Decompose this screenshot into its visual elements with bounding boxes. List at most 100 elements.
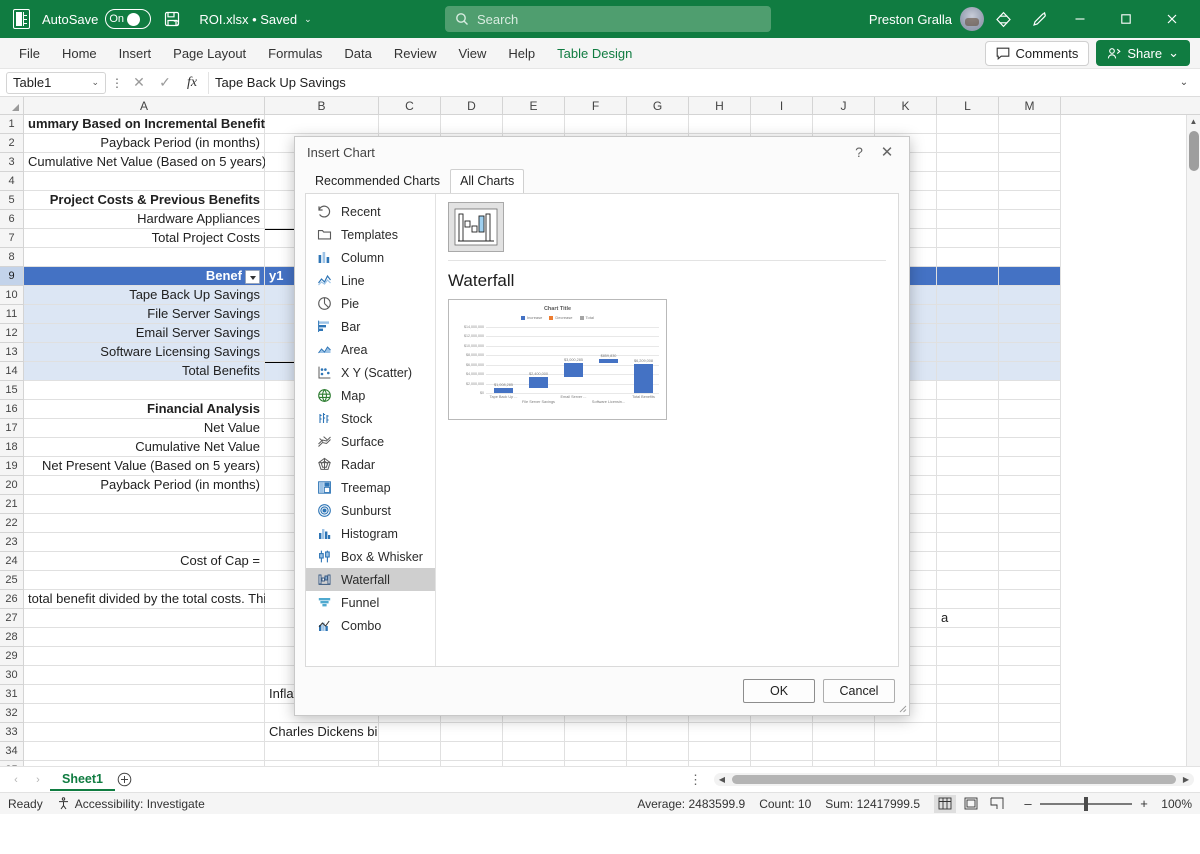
row-header-21[interactable]: 21 bbox=[0, 495, 23, 514]
cell-M31[interactable] bbox=[999, 685, 1061, 704]
row-header-34[interactable]: 34 bbox=[0, 742, 23, 761]
ribbon-tab-formulas[interactable]: Formulas bbox=[257, 41, 333, 66]
column-header-c[interactable]: C bbox=[379, 97, 441, 114]
cell-C34[interactable] bbox=[379, 742, 441, 761]
ribbon-tab-home[interactable]: Home bbox=[51, 41, 108, 66]
cell-L16[interactable] bbox=[937, 400, 999, 419]
column-header-h[interactable]: H bbox=[689, 97, 751, 114]
cancel-button[interactable]: Cancel bbox=[823, 679, 895, 703]
cell-L32[interactable] bbox=[937, 704, 999, 723]
select-all-corner[interactable] bbox=[0, 97, 24, 114]
cell-M28[interactable] bbox=[999, 628, 1061, 647]
cell-M6[interactable] bbox=[999, 210, 1061, 229]
cell-B33[interactable]: Charles Dickens birthday bbox=[265, 723, 379, 742]
row-header-5[interactable]: 5 bbox=[0, 191, 23, 210]
chart-type-radar[interactable]: Radar bbox=[306, 453, 435, 476]
cell-M8[interactable] bbox=[999, 248, 1061, 267]
row-header-29[interactable]: 29 bbox=[0, 647, 23, 666]
cell-F33[interactable] bbox=[565, 723, 627, 742]
cell-I33[interactable] bbox=[751, 723, 813, 742]
hscroll-right-icon[interactable]: ▶ bbox=[1178, 775, 1194, 784]
page-layout-view-icon[interactable] bbox=[960, 795, 982, 813]
cell-A8[interactable] bbox=[24, 248, 265, 267]
page-break-view-icon[interactable] bbox=[986, 795, 1008, 813]
cell-L1[interactable] bbox=[937, 115, 999, 134]
row-header-23[interactable]: 23 bbox=[0, 533, 23, 552]
cell-M35[interactable] bbox=[999, 761, 1061, 766]
cell-A35[interactable] bbox=[24, 761, 265, 766]
chart-type-pie[interactable]: Pie bbox=[306, 292, 435, 315]
chart-type-box-whisker[interactable]: Box & Whisker bbox=[306, 545, 435, 568]
cell-L3[interactable] bbox=[937, 153, 999, 172]
ok-button[interactable]: OK bbox=[743, 679, 815, 703]
chart-type-column[interactable]: Column bbox=[306, 246, 435, 269]
cell-L28[interactable] bbox=[937, 628, 999, 647]
row-header-25[interactable]: 25 bbox=[0, 571, 23, 590]
cell-M23[interactable] bbox=[999, 533, 1061, 552]
cell-L13[interactable] bbox=[937, 343, 999, 362]
row-header-30[interactable]: 30 bbox=[0, 666, 23, 685]
column-header-m[interactable]: M bbox=[999, 97, 1061, 114]
cell-L22[interactable] bbox=[937, 514, 999, 533]
row-header-14[interactable]: 14 bbox=[0, 362, 23, 381]
chart-type-x-y-scatter[interactable]: X Y (Scatter) bbox=[306, 361, 435, 384]
formula-input[interactable]: Tape Back Up Savings bbox=[208, 72, 1170, 94]
ribbon-tab-data[interactable]: Data bbox=[333, 41, 382, 66]
cell-F35[interactable] bbox=[565, 761, 627, 766]
row-header-16[interactable]: 16 bbox=[0, 400, 23, 419]
cell-M4[interactable] bbox=[999, 172, 1061, 191]
row-header-1[interactable]: 1 bbox=[0, 115, 23, 134]
scroll-up-arrow-icon[interactable]: ▲ bbox=[1187, 115, 1200, 129]
cell-A22[interactable] bbox=[24, 514, 265, 533]
chart-type-sunburst[interactable]: Sunburst bbox=[306, 499, 435, 522]
cell-L8[interactable] bbox=[937, 248, 999, 267]
cell-F34[interactable] bbox=[565, 742, 627, 761]
cell-L35[interactable] bbox=[937, 761, 999, 766]
chart-type-map[interactable]: Map bbox=[306, 384, 435, 407]
ribbon-tab-view[interactable]: View bbox=[447, 41, 497, 66]
cell-M24[interactable] bbox=[999, 552, 1061, 571]
row-header-31[interactable]: 31 bbox=[0, 685, 23, 704]
cell-L31[interactable] bbox=[937, 685, 999, 704]
ribbon-tab-table-design[interactable]: Table Design bbox=[546, 41, 643, 66]
cell-I1[interactable] bbox=[751, 115, 813, 134]
cell-A20[interactable]: Payback Period (in months) bbox=[24, 476, 265, 495]
avatar[interactable] bbox=[960, 7, 984, 31]
cell-A4[interactable] bbox=[24, 172, 265, 191]
column-header-i[interactable]: I bbox=[751, 97, 813, 114]
cell-G33[interactable] bbox=[627, 723, 689, 742]
cell-A2[interactable]: Payback Period (in months) bbox=[24, 134, 265, 153]
cell-A33[interactable] bbox=[24, 723, 265, 742]
cell-J34[interactable] bbox=[813, 742, 875, 761]
chart-type-templates[interactable]: Templates bbox=[306, 223, 435, 246]
ribbon-tab-page-layout[interactable]: Page Layout bbox=[162, 41, 257, 66]
cell-M12[interactable] bbox=[999, 324, 1061, 343]
cell-D34[interactable] bbox=[441, 742, 503, 761]
cell-B1[interactable] bbox=[265, 115, 379, 134]
microsoft-365-diamond-icon[interactable] bbox=[986, 4, 1020, 34]
chart-type-area[interactable]: Area bbox=[306, 338, 435, 361]
chart-type-combo[interactable]: Combo bbox=[306, 614, 435, 637]
chevron-down-icon[interactable]: ⌄ bbox=[91, 77, 99, 88]
cell-A1[interactable]: ummary Based on Incremental Benefits bbox=[24, 115, 265, 134]
previous-sheet-icon[interactable]: ‹ bbox=[6, 774, 26, 786]
row-header-9[interactable]: 9 bbox=[0, 267, 23, 286]
cell-L23[interactable] bbox=[937, 533, 999, 552]
chart-type-funnel[interactable]: Funnel bbox=[306, 591, 435, 614]
zoom-level[interactable]: 100% bbox=[1156, 797, 1192, 811]
cell-A34[interactable] bbox=[24, 742, 265, 761]
cell-L17[interactable] bbox=[937, 419, 999, 438]
cell-M14[interactable] bbox=[999, 362, 1061, 381]
row-header-24[interactable]: 24 bbox=[0, 552, 23, 571]
row-header-13[interactable]: 13 bbox=[0, 343, 23, 362]
cell-A10[interactable]: Tape Back Up Savings bbox=[24, 286, 265, 305]
column-header-j[interactable]: J bbox=[813, 97, 875, 114]
cell-I35[interactable] bbox=[751, 761, 813, 766]
row-header-8[interactable]: 8 bbox=[0, 248, 23, 267]
cell-L10[interactable] bbox=[937, 286, 999, 305]
row-header-20[interactable]: 20 bbox=[0, 476, 23, 495]
tab-all-charts[interactable]: All Charts bbox=[450, 169, 524, 193]
horizontal-scrollbar[interactable]: ◀ ▶ bbox=[714, 773, 1194, 786]
cell-L18[interactable] bbox=[937, 438, 999, 457]
chart-type-treemap[interactable]: Treemap bbox=[306, 476, 435, 499]
